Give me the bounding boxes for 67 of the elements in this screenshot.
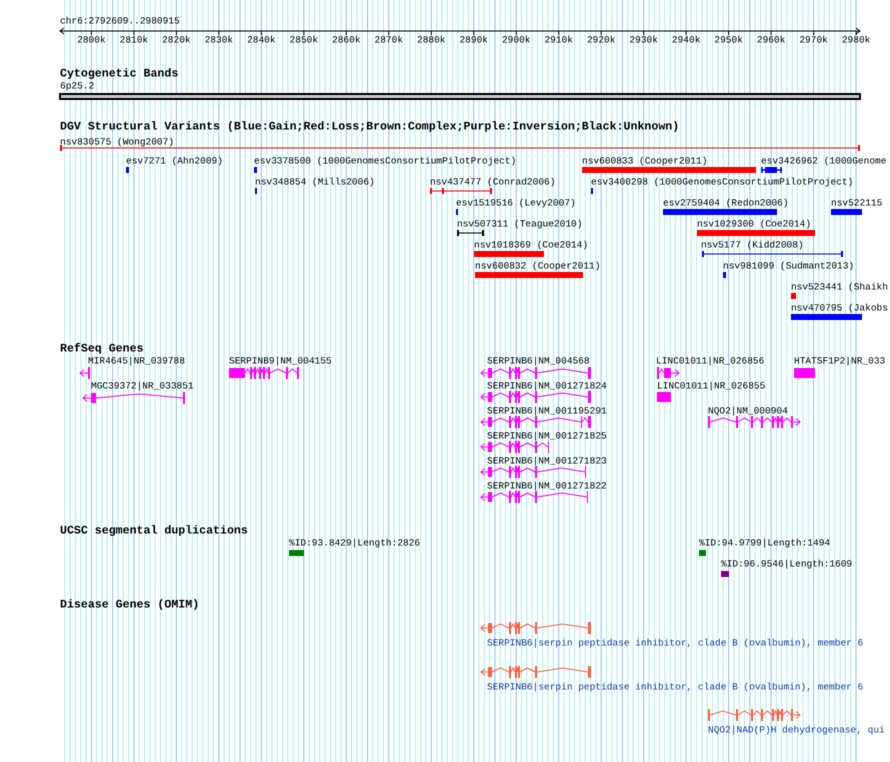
variant-label: esv7271 (Ahn2009) [126, 156, 223, 166]
variant-label: nsv830575 (Wong2007) [60, 136, 174, 148]
variant-label: esv1519516 (Levy2007) [456, 198, 576, 208]
disease-gene-label: SERPINB6|serpin peptidase inhibitor, clade B (ovalbumin), member 6 [487, 638, 864, 648]
variant-label: nsv348854 (Mills2006) [255, 176, 375, 188]
track-title: DGV Structural Variants (Blue:Gain;Red:Loss;Brown:Complex;Purple:Inversion;Black:Unknown) [60, 120, 680, 134]
variant-label: esv3400298 (1000GenomesConsortiumPilotProject) [591, 176, 854, 188]
region-label: chr6:2792609..2980915 [60, 16, 180, 26]
variant-label: nsv5177 (Kidd2008) [701, 240, 804, 250]
gene-label: LINC01011|NR_026855 [657, 380, 766, 392]
tick-label: 2960k [756, 34, 786, 46]
duplication-label: %ID:93.8429|Length:2826 [289, 538, 420, 548]
tick-label: 2900k [502, 34, 530, 46]
variant-label: nsv981099 (Sudmant2013) [723, 260, 854, 272]
gene-label: MGC39372|NR_033851 [91, 380, 194, 392]
tick-label: 2850k [290, 34, 318, 46]
variant-label: esv3378500 (1000GenomesConsortiumPilotProject) [254, 156, 516, 166]
tick-label: 2840k [247, 34, 276, 46]
tick-label: 2920k [586, 34, 616, 46]
duplication-label: %ID:94.9799|Length:1494 [699, 538, 830, 548]
disease-gene-label: SERPINB6|serpin peptidase inhibitor, clade B (ovalbumin), member 6 [487, 682, 864, 692]
tick-label: 2820k [162, 34, 191, 46]
variant-label: nsv522115 [831, 198, 882, 208]
tick-label: 2800k [77, 34, 106, 46]
gene-label: SERPINB6|NM_001271823 [487, 456, 607, 466]
tick-label: 2940k [672, 34, 700, 46]
variant-label: nsv600833 (Cooper2011) [582, 156, 708, 166]
tick-label: 2980k [842, 34, 870, 46]
gene-label: LINC01011|NR_026856 [656, 356, 764, 366]
variant-label: nsv507311 (Teague2010) [457, 218, 582, 230]
variant-label: nsv600832 (Cooper2011) [475, 260, 600, 272]
tick-label: 2830k [204, 34, 234, 46]
tick-label: 2890k [460, 34, 488, 46]
gene-label: SERPINB6|NM_001195291 [487, 406, 607, 416]
tick-label: 2930k [629, 34, 658, 46]
tick-label: 2880k [417, 34, 446, 46]
gene-label: SERPINB6|NM_001271824 [487, 380, 607, 392]
gene-glyph [657, 392, 671, 402]
gene-glyph [229, 367, 299, 379]
gene-label: NQO2|NM_000904 [708, 406, 788, 416]
variant-label: nsv437477 (Conrad2006) [430, 176, 556, 188]
duplication-label: %ID:96.9546|Length:1609 [721, 558, 852, 570]
track-title: RefSeq Genes [60, 342, 144, 356]
gene-label: SERPINB6|NM_004568 [487, 356, 590, 366]
track-title: Cytogenetic Bands [60, 68, 178, 80]
gene-label: SERPINB6|NM_001271822 [487, 480, 607, 492]
gene-label: SERPINB9|NM_004155 [229, 356, 332, 366]
tick-label: 2810k [120, 34, 148, 46]
variant-label: nsv1029300 (Coe2014) [697, 218, 812, 230]
tick-label: 2860k [332, 34, 361, 46]
tick-label: 2970k [799, 34, 828, 46]
track-title: Disease Genes (OMIM) [60, 598, 200, 612]
gene-label: HTATSF1P2|NR_033 [794, 356, 886, 366]
tick-label: 2950k [714, 34, 743, 46]
band-label: 6p25.2 [60, 80, 94, 92]
gene-label: SERPINB6|NM_001271825 [487, 430, 607, 442]
gene-label: MIR4645|NR_039788 [88, 356, 185, 366]
variant-label: nsv1018369 (Coe2014) [474, 240, 588, 250]
tick-label: 2870k [374, 34, 404, 46]
variant-label: nsv523441 (Shaikh [791, 282, 888, 292]
gene-glyph [794, 368, 815, 378]
disease-gene-label: NQO2|NAD(P)H dehydrogenase, qui [708, 724, 885, 736]
variant-label: esv3426962 (1000Genome [761, 156, 886, 166]
variant-label: esv2759404 (Redon2006) [663, 198, 788, 208]
variant-label: nsv470795 (Jakobs [791, 302, 888, 314]
tick-label: 2910k [544, 34, 573, 46]
track-title: UCSC segmental duplications [60, 524, 248, 538]
